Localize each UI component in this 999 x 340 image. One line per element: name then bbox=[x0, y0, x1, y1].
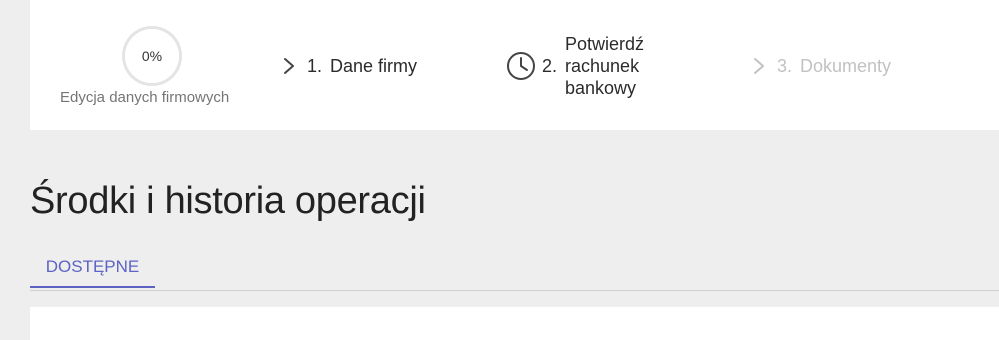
progress-card: 0% Edycja danych firmowych 1. Dane firmy… bbox=[30, 0, 999, 130]
step-label: Dane firmy bbox=[330, 55, 418, 76]
progress-percent: 0% bbox=[141, 48, 163, 64]
content-card bbox=[30, 307, 999, 340]
step-number: 2. bbox=[542, 55, 558, 76]
progress-summary: 0% Edycja danych firmowych bbox=[30, 0, 274, 130]
step-number: 1. bbox=[307, 55, 323, 76]
progress-ring: 0% bbox=[122, 26, 182, 86]
chevron-right-icon bbox=[284, 58, 294, 74]
step-number: 3. bbox=[777, 55, 793, 76]
step-label: Dokumenty bbox=[800, 55, 892, 76]
step-dane-firmy[interactable]: 1. Dane firmy bbox=[279, 54, 417, 78]
step-potwierdz-rachunek[interactable]: 2. Potwierdź rachunek bankowy bbox=[506, 33, 675, 99]
tab-bar: DOSTĘPNE bbox=[30, 250, 999, 291]
step-label: Potwierdź rachunek bankowy bbox=[565, 34, 645, 98]
clock-icon bbox=[507, 52, 535, 80]
progress-label: Edycja danych firmowych bbox=[60, 89, 230, 106]
chevron-right-icon bbox=[754, 58, 764, 74]
step-dokumenty[interactable]: 3. Dokumenty bbox=[749, 54, 891, 78]
tab-dostepne[interactable]: DOSTĘPNE bbox=[30, 250, 155, 288]
page-title: Środki i historia operacji bbox=[30, 180, 426, 222]
